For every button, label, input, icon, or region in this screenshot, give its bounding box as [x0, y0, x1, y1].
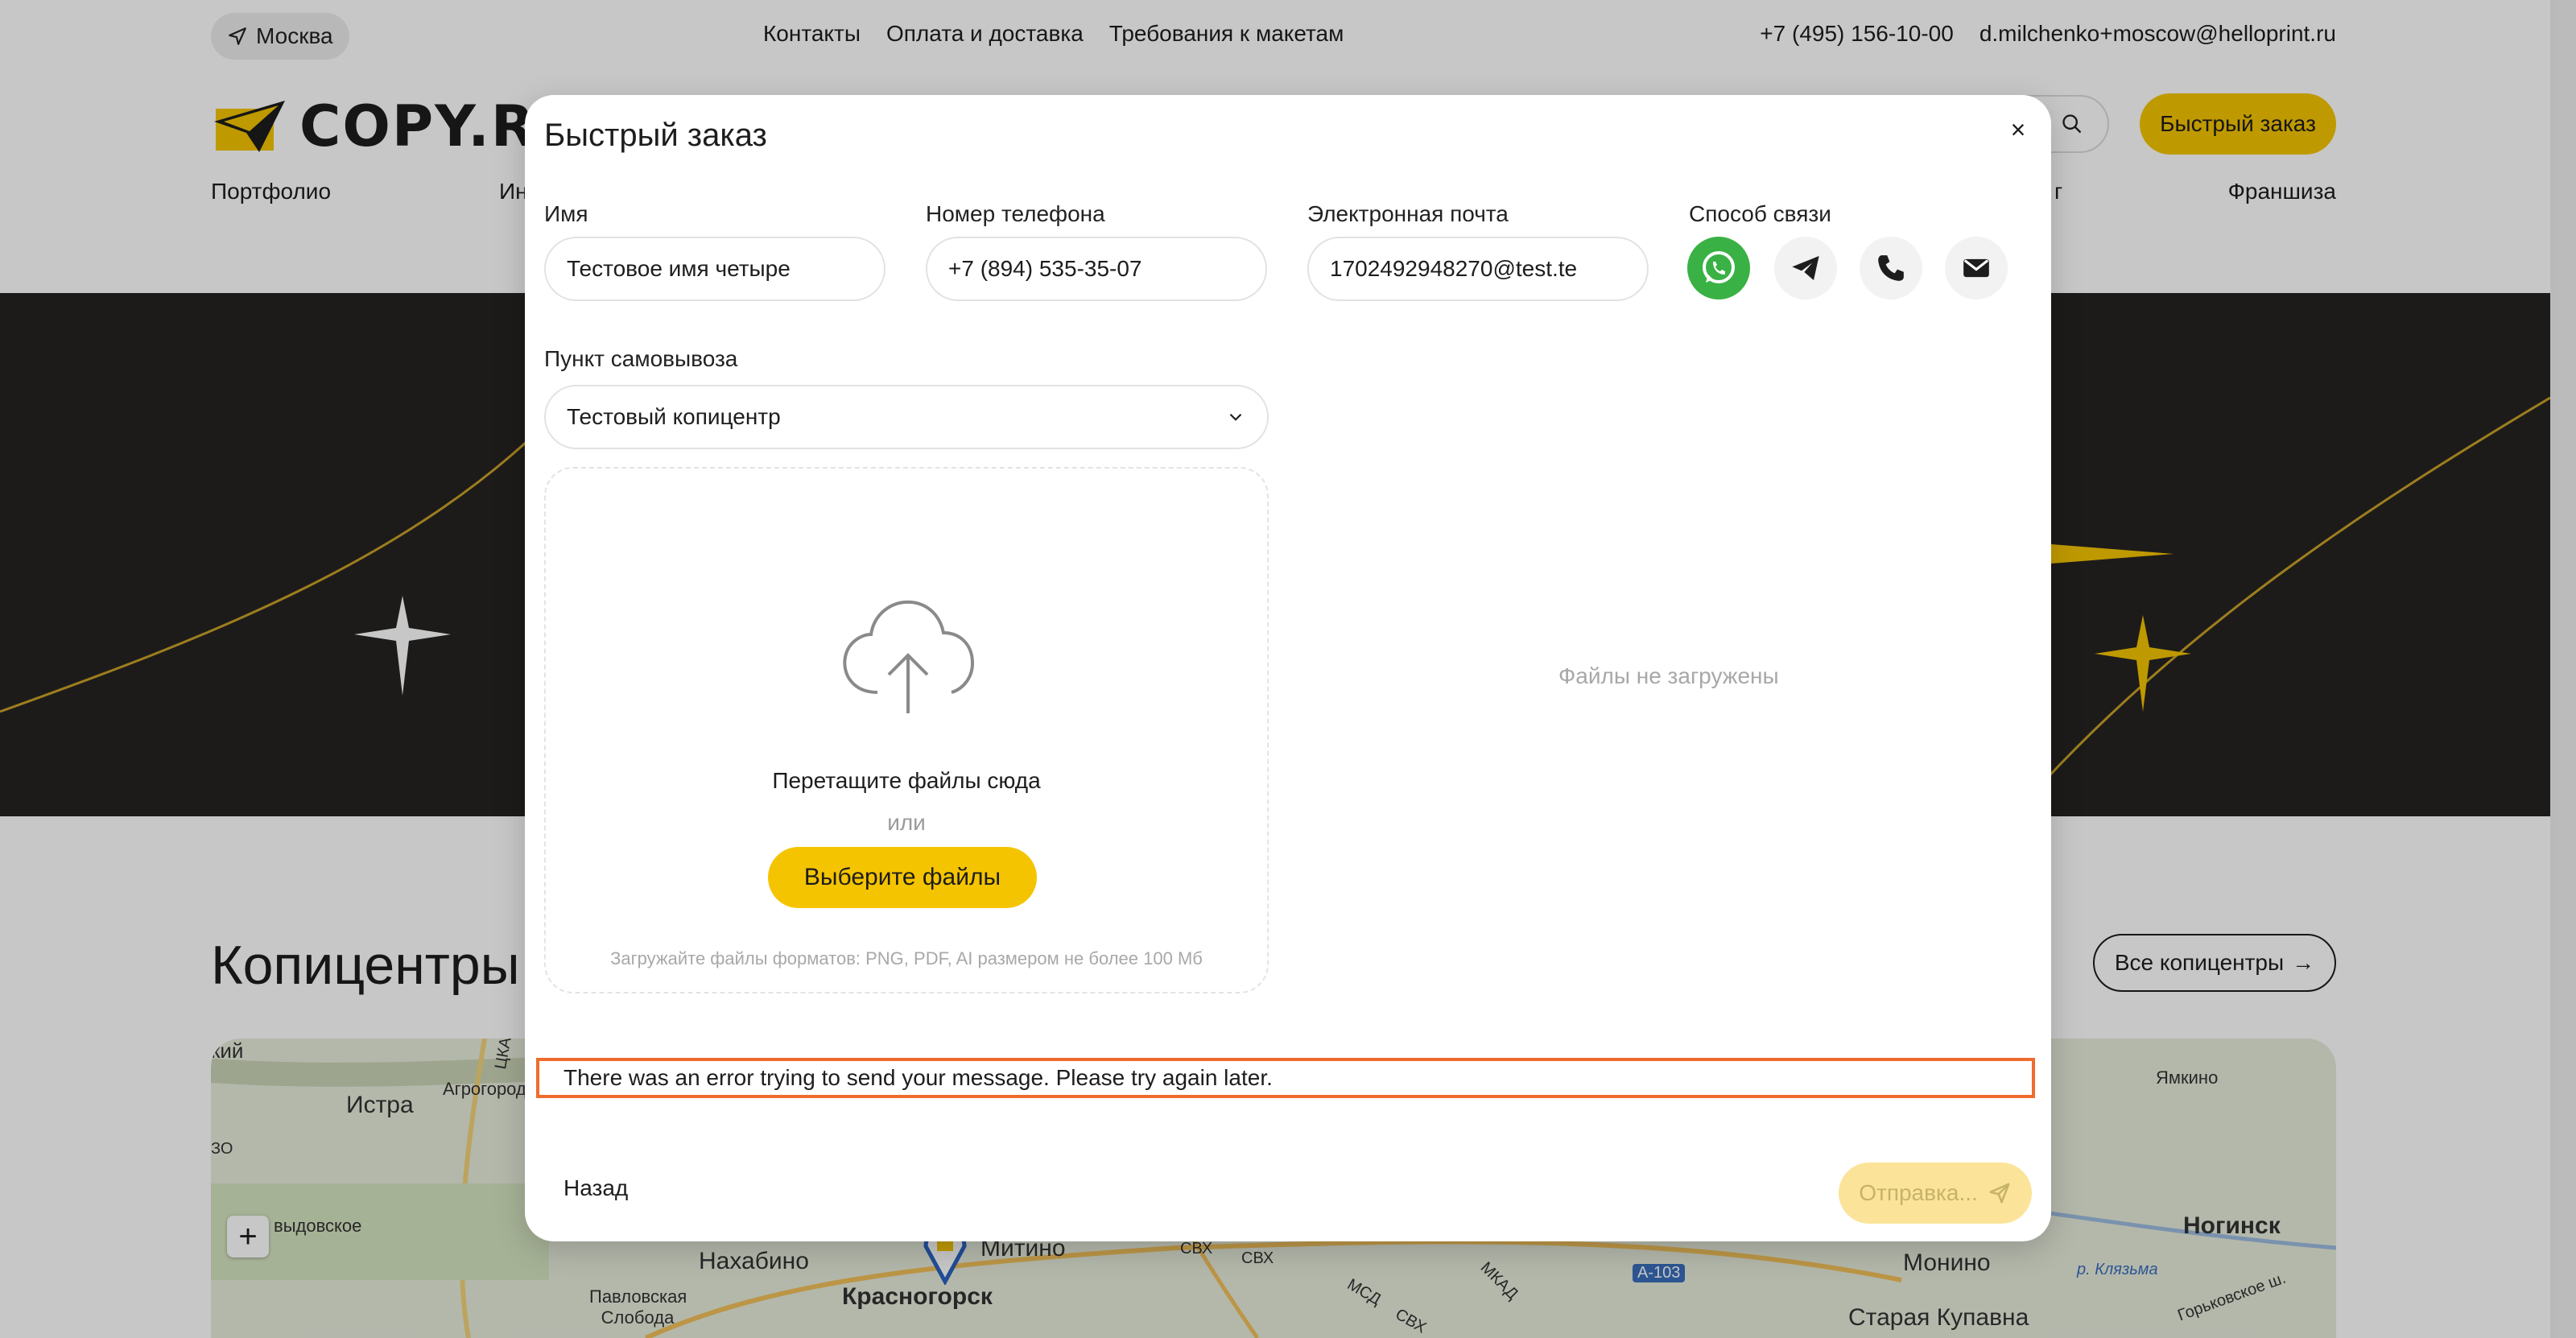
whatsapp-icon [1703, 251, 1735, 283]
send-plane-icon [1989, 1183, 2010, 1204]
quick-order-modal: Быстрый заказ × Имя Номер телефона Элект… [525, 95, 2051, 1241]
back-button[interactable]: Назад [564, 1175, 628, 1201]
phone-label: Номер телефона [926, 201, 1105, 226]
mail-option[interactable] [1945, 237, 2008, 299]
contact-method-label: Способ связи [1689, 201, 1831, 226]
drop-text: Перетащите файлы сюда [772, 768, 1041, 793]
pickup-select[interactable]: Тестовый копицентр [544, 385, 1269, 449]
pickup-value: Тестовый копицентр [567, 404, 781, 429]
telegram-option[interactable] [1774, 237, 1837, 299]
cloud-upload-icon [843, 600, 975, 713]
close-icon[interactable]: × [2001, 113, 2035, 147]
name-label: Имя [544, 201, 588, 226]
pickup-label: Пункт самовывоза [544, 346, 738, 371]
phone-icon [1878, 255, 1904, 281]
phone-input[interactable] [926, 237, 1267, 301]
choose-files-button[interactable]: Выберите файлы [768, 847, 1037, 908]
no-files-text: Файлы не загружены [1558, 663, 1779, 688]
modal-title: Быстрый заказ [544, 118, 767, 153]
send-button[interactable]: Отправка... [1839, 1162, 2032, 1224]
error-message: There was an error trying to send your m… [536, 1058, 2035, 1098]
file-dropzone[interactable]: Перетащите файлы сюда или Выберите файлы… [544, 467, 1269, 993]
chevron-down-icon [1229, 413, 1242, 421]
mail-icon [1963, 258, 1989, 278]
phone-option[interactable] [1860, 237, 1922, 299]
email-input[interactable] [1307, 237, 1649, 301]
drop-hint: Загружайте файлы форматов: PNG, PDF, AI … [610, 948, 1203, 968]
whatsapp-option[interactable] [1687, 237, 1750, 299]
drop-or: или [887, 810, 926, 835]
name-input[interactable] [544, 237, 886, 301]
email-label: Электронная почта [1307, 201, 1509, 226]
send-label: Отправка... [1859, 1180, 1978, 1205]
telegram-icon [1792, 256, 1819, 280]
